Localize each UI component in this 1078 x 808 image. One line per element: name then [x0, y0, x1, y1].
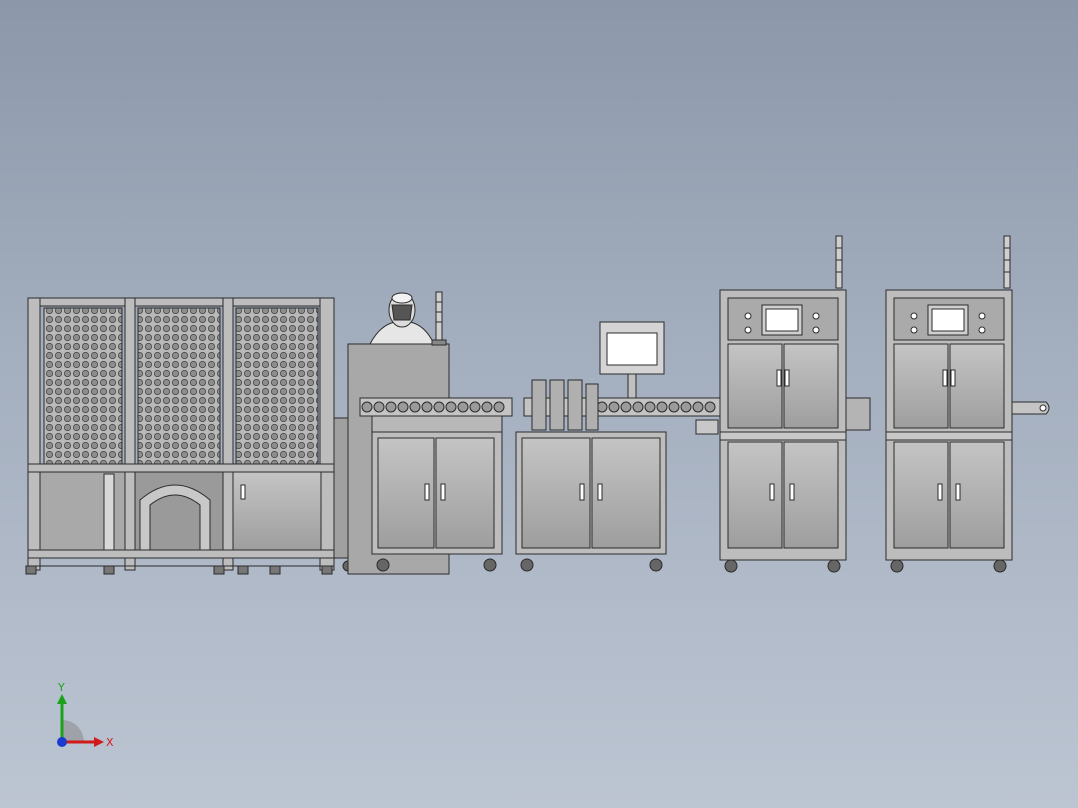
- signal-tower: [1003, 235, 1011, 289]
- station-3-hmi-cabinet[interactable]: [515, 321, 721, 572]
- perforated-panel: [235, 307, 319, 465]
- y-axis-label: Y: [57, 681, 65, 694]
- perforated-panel: [137, 307, 221, 465]
- x-axis-label: X: [106, 736, 114, 749]
- perforated-panel: [43, 307, 123, 465]
- cabinet-door[interactable]: [893, 343, 949, 429]
- station-1-enclosure[interactable]: [25, 297, 357, 575]
- signal-tower: [835, 235, 843, 289]
- cabinet-door[interactable]: [232, 471, 322, 551]
- cabinet-door[interactable]: [949, 343, 1005, 429]
- robot-head: [369, 292, 435, 345]
- signal-tower: [431, 291, 447, 346]
- station-4-control-cabinet[interactable]: [719, 235, 871, 573]
- z-axis-dot: [57, 737, 67, 747]
- cad-viewport[interactable]: Y X: [0, 0, 1078, 808]
- cabinet-door[interactable]: [783, 343, 839, 429]
- coordinate-triad-icon: Y X: [57, 681, 114, 749]
- station-2-robot-cabinet[interactable]: [347, 291, 513, 575]
- cabinet-door[interactable]: [727, 343, 783, 429]
- assembly-line-model[interactable]: [0, 0, 1078, 808]
- station-5-control-cabinet[interactable]: [885, 235, 1050, 573]
